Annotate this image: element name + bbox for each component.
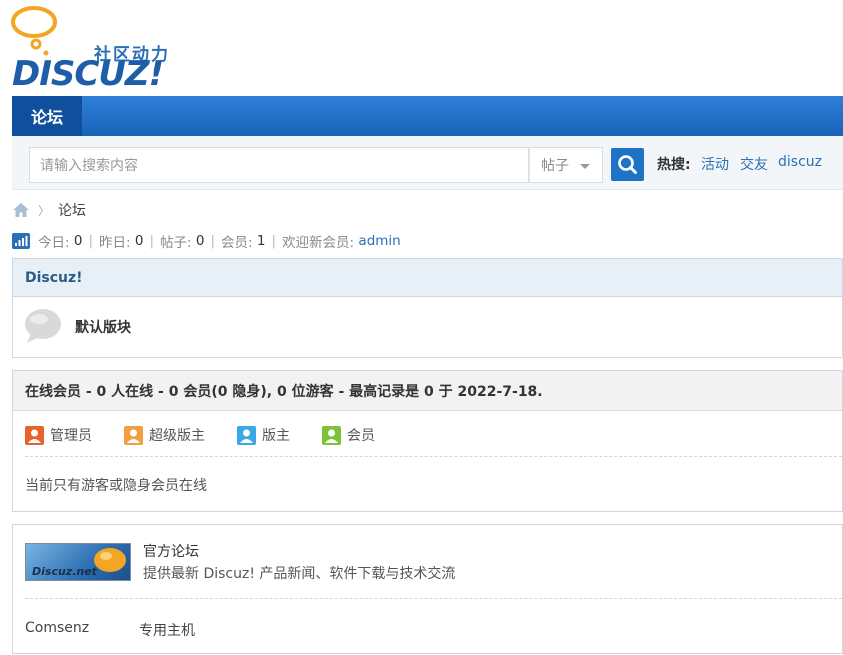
super-moderator-user-icon — [124, 425, 143, 445]
forum-stats: 今日: 0 | 昨日: 0 | 帖子: 0 | 会员: 1 | 欢迎新会员: a… — [12, 231, 401, 251]
stat-divider: | — [271, 233, 277, 249]
site-logo[interactable]: 社区动力 DISCUZ! — [10, 6, 180, 94]
stat-yesterday-label: 昨日: — [99, 235, 131, 251]
stat-posts-label: 帖子: — [160, 235, 192, 251]
chart-icon — [12, 233, 30, 249]
breadcrumb-current[interactable]: 论坛 — [58, 200, 86, 220]
legend-item-mod: 版主 — [237, 425, 290, 445]
stat-yesterday-value: 0 — [134, 233, 144, 249]
nav-tab-forum[interactable]: 论坛 — [12, 96, 82, 136]
stat-divider: | — [149, 233, 155, 249]
stat-members-label: 会员: — [221, 235, 253, 251]
badge-text: Discuz.net — [32, 565, 97, 578]
text-link[interactable]: Comsenz — [25, 620, 89, 636]
hot-search-link[interactable]: 活动 — [701, 154, 729, 174]
online-members: 在线会员 - 0 人在线 - 0 会员(0 隐身), 0 位游客 - 最高记录是… — [12, 370, 843, 512]
link-description: 提供最新 Discuz! 产品新闻、软件下载与技术交流 — [143, 566, 456, 582]
forum-category: Discuz! 默认版块 — [12, 258, 843, 358]
text-link[interactable]: 专用主机 — [139, 620, 195, 640]
site-header: 社区动力 DISCUZ! — [0, 0, 843, 96]
stat-today-label: 今日: — [38, 235, 70, 251]
text-links-row: Comsenz 专用主机 — [25, 599, 842, 651]
speech-bubble-icon — [11, 6, 57, 56]
legend-item-admin: 管理员 — [25, 425, 92, 445]
forum-bubble-icon — [25, 309, 61, 343]
moderator-user-icon — [237, 425, 256, 445]
image-link-row: Discuz.net 官方论坛 提供最新 Discuz! 产品新闻、软件下载与技… — [25, 525, 842, 599]
breadcrumb-separator: 〉 — [38, 203, 51, 218]
breadcrumb: 〉 论坛 — [12, 200, 86, 220]
forum-row: 默认版块 — [13, 297, 842, 357]
search-input[interactable]: 请输入搜索内容 — [29, 147, 529, 183]
discuz-net-badge[interactable]: Discuz.net — [25, 543, 131, 581]
search-type-label: 帖子 — [541, 158, 569, 174]
stat-today-value: 0 — [73, 233, 83, 249]
member-legend: 管理员 超级版主 版主 会员 — [25, 411, 842, 457]
search-bar: 请输入搜索内容 帖子 热搜: 活动 交友 discuz — [12, 136, 843, 190]
online-summary[interactable]: 在线会员 - 0 人在线 - 0 会员(0 隐身), 0 位游客 - 最高记录是… — [13, 371, 842, 411]
legend-label: 管理员 — [50, 428, 92, 444]
legend-item-member: 会员 — [322, 425, 375, 445]
category-title[interactable]: Discuz! — [13, 259, 842, 297]
forum-link[interactable]: 默认版块 — [75, 317, 131, 337]
stat-posts-value: 0 — [195, 233, 205, 249]
link-title[interactable]: 官方论坛 — [143, 541, 199, 561]
legend-label: 超级版主 — [149, 428, 205, 444]
friend-links: Discuz.net 官方论坛 提供最新 Discuz! 产品新闻、软件下载与技… — [12, 524, 843, 654]
legend-item-super-mod: 超级版主 — [124, 425, 205, 445]
stat-divider: | — [88, 233, 94, 249]
search-type-select[interactable]: 帖子 — [529, 147, 603, 183]
stat-members-value: 1 — [256, 233, 266, 249]
admin-user-icon — [25, 425, 44, 445]
search-icon — [618, 155, 637, 174]
legend-label: 版主 — [262, 428, 290, 444]
legend-label: 会员 — [347, 428, 375, 444]
stat-divider: | — [210, 233, 216, 249]
hot-search-label: 热搜: — [657, 157, 691, 173]
main-nav: 论坛 — [12, 96, 843, 136]
search-button[interactable] — [611, 148, 644, 181]
chevron-down-icon — [580, 164, 590, 169]
hot-search-link[interactable]: 交友 — [740, 154, 768, 174]
stat-welcome-label: 欢迎新会员: — [282, 235, 355, 251]
hot-search-link[interactable]: discuz — [778, 154, 822, 170]
newest-member-link[interactable]: admin — [358, 233, 400, 249]
home-icon[interactable] — [12, 202, 30, 218]
member-user-icon — [322, 425, 341, 445]
logo-wordmark: DISCUZ! — [12, 54, 164, 94]
online-status-text: 当前只有游客或隐身会员在线 — [25, 478, 207, 494]
